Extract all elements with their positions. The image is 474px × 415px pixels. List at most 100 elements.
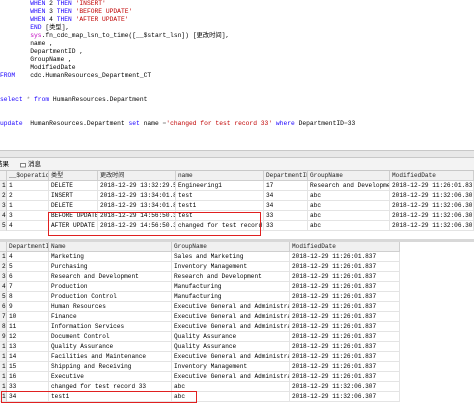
tab-results[interactable]: 结果 bbox=[0, 160, 11, 169]
table-row[interactable]: 1 4 Marketing Sales and Marketing 2018-12-29… bbox=[0, 252, 474, 262]
table-cell[interactable]: Marketing bbox=[49, 252, 172, 262]
row-number[interactable]: 7 bbox=[0, 312, 7, 322]
department-result-grid[interactable]: DepartmentID Name GroupName ModifiedDate 1 4 M… bbox=[0, 242, 474, 415]
table-row[interactable]: 6 9 Human Resources Executive General and A… bbox=[0, 302, 474, 312]
table-cell[interactable]: 9 bbox=[7, 302, 49, 312]
table-cell[interactable]: test bbox=[176, 211, 264, 221]
table-cell[interactable]: Facilities and Maintenance bbox=[49, 352, 172, 362]
table-cell[interactable]: 2018-12-29 11:26:01.837 bbox=[290, 282, 400, 292]
table-cell[interactable]: Document Control bbox=[49, 332, 172, 342]
table-row[interactable]: 4 3 BEFORE UPDATE 2018-12-29 14:56:50.360 te… bbox=[0, 211, 474, 221]
row-number[interactable]: 11 bbox=[0, 352, 7, 362]
table-cell[interactable]: Production Control bbox=[49, 292, 172, 302]
column-header[interactable]: name bbox=[176, 171, 264, 181]
table-cell[interactable]: 12 bbox=[7, 332, 49, 342]
row-number[interactable]: 4 bbox=[0, 282, 7, 292]
column-header[interactable]: Name bbox=[49, 242, 172, 252]
table-cell[interactable]: 17 bbox=[264, 181, 308, 191]
table-cell[interactable]: 2018-12-29 11:32:06.307 bbox=[390, 221, 474, 231]
table-cell[interactable]: changed for test record 33 bbox=[176, 221, 264, 231]
table-cell[interactable]: Information Services bbox=[49, 322, 172, 332]
table-cell[interactable]: changed for test record 33 bbox=[49, 382, 172, 392]
table-cell[interactable]: test bbox=[176, 191, 264, 201]
table-cell[interactable]: 3 bbox=[7, 211, 49, 221]
row-number[interactable]: 1 bbox=[0, 252, 7, 262]
pane-splitter[interactable] bbox=[0, 150, 474, 158]
table-cell[interactable]: Executive bbox=[49, 372, 172, 382]
table-cell[interactable]: 33 bbox=[264, 211, 308, 221]
table-cell[interactable]: 2018-12-29 11:26:01.837 bbox=[290, 272, 400, 282]
table-cell[interactable]: Finance bbox=[49, 312, 172, 322]
table-cell[interactable]: 2018-12-29 11:26:01.837 bbox=[290, 302, 400, 312]
table-cell[interactable]: 6 bbox=[7, 272, 49, 282]
table-cell[interactable]: AFTER UPDATE bbox=[49, 221, 98, 231]
table-cell[interactable]: 13 bbox=[7, 342, 49, 352]
column-header[interactable]: __$operation bbox=[7, 171, 49, 181]
tab-messages[interactable]: 消息 bbox=[18, 160, 43, 169]
table-cell[interactable]: Research and Development bbox=[172, 272, 290, 282]
table-cell[interactable]: abc bbox=[308, 201, 390, 211]
table-cell[interactable]: abc bbox=[308, 221, 390, 231]
table-cell[interactable]: 15 bbox=[7, 362, 49, 372]
table-row[interactable]: 1013Quality AssuranceQuality Assurance20… bbox=[0, 342, 474, 352]
table-cell[interactable]: 2018-12-29 11:26:01.837 bbox=[290, 252, 400, 262]
table-cell[interactable]: test1 bbox=[176, 201, 264, 211]
row-number[interactable]: 1 bbox=[0, 181, 7, 191]
table-row[interactable]: 1534test1abc2018-12-29 11:32:06.307 bbox=[0, 392, 474, 402]
table-cell[interactable]: Research and Development bbox=[49, 272, 172, 282]
table-row[interactable]: 2 2 INSERT 2018-12-29 13:34:01.837 test 34 abc… bbox=[0, 191, 474, 201]
row-number[interactable]: 15 bbox=[0, 392, 7, 402]
table-cell[interactable]: 2018-12-29 11:26:01.837 bbox=[290, 322, 400, 332]
row-number[interactable]: 4 bbox=[0, 211, 7, 221]
table-cell[interactable]: abc bbox=[308, 191, 390, 201]
table-cell[interactable]: Executive General and Administration bbox=[172, 312, 290, 322]
table-cell[interactable]: 1 bbox=[7, 201, 49, 211]
table-row[interactable]: 7 10 Finance Executive General and Administ… bbox=[0, 312, 474, 322]
table-cell[interactable]: Human Resources bbox=[49, 302, 172, 312]
table-cell[interactable]: abc bbox=[172, 392, 290, 402]
table-cell[interactable]: Manufacturing bbox=[172, 292, 290, 302]
table-cell[interactable]: Manufacturing bbox=[172, 282, 290, 292]
table-cell[interactable]: Purchasing bbox=[49, 262, 172, 272]
table-cell[interactable]: Shipping and Receiving bbox=[49, 362, 172, 372]
table-cell[interactable]: 2018-12-29 11:26:01.837 bbox=[290, 332, 400, 342]
table-cell[interactable]: 2018-12-29 11:32:06.307 bbox=[390, 201, 474, 211]
table-cell[interactable]: 2018-12-29 14:56:50.360 bbox=[98, 221, 176, 231]
table-row[interactable]: 1316ExecutiveExecutive General and Admin… bbox=[0, 372, 474, 382]
table-cell[interactable]: DELETE bbox=[49, 181, 98, 191]
table-cell[interactable]: 14 bbox=[7, 352, 49, 362]
table-row[interactable]: 2 5 Purchasing Inventory Management 2018-12-… bbox=[0, 262, 474, 272]
column-header[interactable]: DepartmentID bbox=[7, 242, 49, 252]
row-number[interactable]: 8 bbox=[0, 322, 7, 332]
row-number[interactable]: 6 bbox=[0, 302, 7, 312]
table-cell[interactable]: Quality Assurance bbox=[172, 332, 290, 342]
column-header[interactable]: DepartmentID bbox=[264, 171, 308, 181]
table-cell[interactable]: 2018-12-29 11:32:06.307 bbox=[290, 392, 400, 402]
column-header[interactable]: 更改时间 bbox=[98, 171, 176, 181]
table-row[interactable]: 9 12 Document Control Quality Assurance 2018… bbox=[0, 332, 474, 342]
cdc-result-grid[interactable]: __$operation 类型 更改时间 name DepartmentID GroupN… bbox=[0, 171, 474, 239]
table-cell[interactable]: 2018-12-29 11:26:01.837 bbox=[390, 181, 474, 191]
table-cell[interactable]: 1 bbox=[7, 181, 49, 191]
table-cell[interactable]: abc bbox=[308, 211, 390, 221]
table-row[interactable]: 1215Shipping and ReceivingInventory Mana… bbox=[0, 362, 474, 372]
table-cell[interactable]: abc bbox=[172, 382, 290, 392]
column-header[interactable]: 类型 bbox=[49, 171, 98, 181]
table-cell[interactable]: 11 bbox=[7, 322, 49, 332]
table-cell[interactable]: 5 bbox=[7, 262, 49, 272]
table-cell[interactable]: 7 bbox=[7, 282, 49, 292]
table-cell[interactable]: 34 bbox=[264, 191, 308, 201]
table-cell[interactable]: Executive General and Administration bbox=[172, 322, 290, 332]
row-number[interactable]: 2 bbox=[0, 191, 7, 201]
row-number[interactable]: 5 bbox=[0, 292, 7, 302]
row-number-header[interactable] bbox=[0, 171, 7, 181]
table-cell[interactable]: 2018-12-29 13:32:29.530 bbox=[98, 181, 176, 191]
table-cell[interactable]: Production bbox=[49, 282, 172, 292]
table-cell[interactable]: 33 bbox=[264, 221, 308, 231]
table-cell[interactable]: 2018-12-29 13:34:01.837 bbox=[98, 201, 176, 211]
table-row[interactable]: 3 6 Research and Development Research and D… bbox=[0, 272, 474, 282]
table-row[interactable]: 1114Facilities and MaintenanceExecutive … bbox=[0, 352, 474, 362]
table-row[interactable]: 3 1 DELETE 2018-12-29 13:34:01.837 test1 34 ab… bbox=[0, 201, 474, 211]
table-row[interactable]: 5 4 AFTER UPDATE 2018-12-29 14:56:50.360 cha… bbox=[0, 221, 474, 231]
table-cell[interactable]: 2018-12-29 11:32:06.307 bbox=[290, 382, 400, 392]
